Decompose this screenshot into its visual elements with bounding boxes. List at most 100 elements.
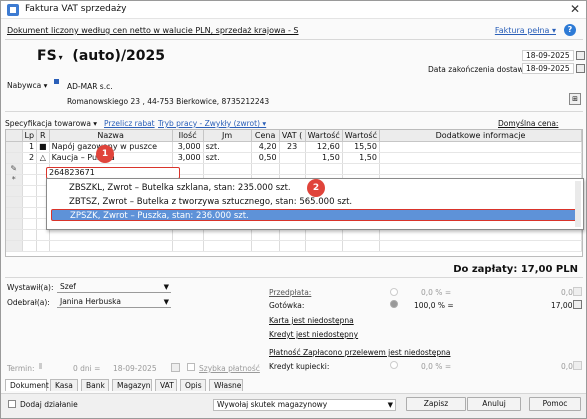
cell-vat[interactable] <box>279 152 306 164</box>
tab-bank[interactable]: Bank <box>81 379 109 391</box>
szybka-checkbox[interactable] <box>187 363 195 371</box>
tab-kasa[interactable]: Kasa <box>50 379 78 391</box>
col-wartosc-netto[interactable]: Wartość <box>305 130 343 142</box>
cell-wartosc-brutto[interactable]: 1,50 <box>342 152 380 164</box>
wystawil-label: Wystawił(a): <box>7 283 54 292</box>
calculator-icon[interactable] <box>573 300 582 309</box>
wystawil-combo[interactable]: Szef ▼ <box>57 282 171 293</box>
przedplata-radio[interactable] <box>390 288 398 296</box>
calendar-icon[interactable] <box>576 51 585 60</box>
karta-link[interactable]: Karta jest niedostępna <box>269 316 354 325</box>
buyer-details-icon[interactable]: ⊞ <box>569 93 581 105</box>
calculator-icon[interactable] <box>573 361 582 370</box>
przedplata-percent[interactable]: 0,0 % = <box>421 288 451 297</box>
suggestion-item[interactable]: ZBTSZ, Zwrot – Butelka z tworzywa sztucz… <box>51 196 577 208</box>
scrollbar[interactable] <box>575 181 581 227</box>
delivery-date-label: Data zakończenia dostawy <box>428 65 529 74</box>
chevron-down-icon: ▼ <box>387 401 393 409</box>
issue-date-field[interactable]: 18-09-2025 <box>522 50 574 61</box>
cell-r[interactable]: △ <box>36 152 50 164</box>
tab-dokument[interactable]: Dokument <box>5 379 49 391</box>
col-ilosc[interactable]: Ilość <box>172 130 204 142</box>
cell-cena[interactable]: 0,50 <box>251 152 280 164</box>
tab-vat[interactable]: VAT <box>155 379 177 391</box>
cell-jm[interactable]: szt. <box>203 152 252 164</box>
termin-label: Termin: <box>7 364 35 373</box>
buyer-label[interactable]: Nabywca ▾ <box>7 81 47 90</box>
help-icon[interactable]: ? <box>564 24 576 36</box>
col-jm[interactable]: Jm <box>203 130 252 142</box>
col-r[interactable]: R <box>36 130 50 142</box>
invoice-window: Faktura VAT sprzedaży ✕ Dokument liczony… <box>0 0 587 419</box>
cell-ilosc[interactable]: 3,000 <box>172 152 204 164</box>
cell-lp[interactable]: 1 <box>22 141 38 153</box>
termin-days[interactable]: 0 dni = <box>73 364 100 373</box>
tryb-pracy-link[interactable]: Tryb pracy - Zwykły (zwrot) ▾ <box>158 119 266 128</box>
gotowka-percent[interactable]: 100,0 % = <box>414 301 454 310</box>
suggestion-item-selected[interactable]: ZPSZK, Zwrot – Puszka, stan: 236.000 szt… <box>51 209 577 221</box>
gotowka-value[interactable]: 17,00 <box>551 301 572 310</box>
buyer-dropdown-icon[interactable] <box>54 79 59 84</box>
table-row[interactable] <box>6 229 582 241</box>
calendar-icon[interactable] <box>171 363 180 372</box>
termin-dropdown-icon[interactable] <box>39 363 45 369</box>
dodaj-label[interactable]: Dodaj działanie <box>20 400 78 409</box>
col-nazwa[interactable]: Nazwa <box>49 130 173 142</box>
close-icon[interactable]: ✕ <box>570 2 580 16</box>
table-row[interactable]: 2 △ Kaucja – Puszka 3,000 szt. 0,50 1,50… <box>6 152 582 164</box>
dodaj-checkbox[interactable] <box>8 400 16 408</box>
edit-pencil-icon: ✎ <box>6 163 23 175</box>
help-button[interactable]: Pomoc <box>529 397 581 411</box>
termin-date[interactable]: 18-09-2025 <box>113 364 157 373</box>
divider <box>5 111 583 112</box>
table-row[interactable] <box>6 240 582 252</box>
spec-dropdown[interactable]: Specyfikacja towarowa ▾ <box>5 119 97 128</box>
cell-wartosc-netto[interactable]: 12,60 <box>305 141 343 153</box>
row-header[interactable] <box>6 152 23 164</box>
cancel-button[interactable]: Anuluj <box>467 397 521 411</box>
przedplata-link[interactable]: Przedpłata: <box>269 288 311 297</box>
divider <box>5 39 583 40</box>
szybka-platnosc-label[interactable]: Szybka płatność <box>199 364 260 373</box>
odebral-combo[interactable]: Janina Herbuska ▼ <box>57 297 171 308</box>
document-number[interactable]: FS ▾ (auto)/2025 <box>37 48 165 64</box>
pricing-info-link[interactable]: Dokument liczony według cen netto w walu… <box>7 26 298 35</box>
tab-opis[interactable]: Opis <box>180 379 206 391</box>
kredyt-kupiecki-radio[interactable] <box>390 361 398 369</box>
przelicz-rabat-link[interactable]: Przelicz rabat <box>104 119 155 128</box>
kredyt-kupiecki-percent[interactable]: 0,0 % = <box>421 362 451 371</box>
step-badge: 2 <box>307 179 325 197</box>
cell-dodatkowe[interactable] <box>379 141 582 153</box>
gotowka-radio[interactable] <box>390 300 398 308</box>
col-cena[interactable]: Cena <box>251 130 280 142</box>
cell-ilosc[interactable]: 3,000 <box>172 141 204 153</box>
col-wartosc-brutto[interactable]: Wartość <box>342 130 380 142</box>
przelew-link[interactable]: Płatność Zapłacono przelewem jest niedos… <box>269 348 450 357</box>
window-title: Faktura VAT sprzedaży <box>25 4 127 14</box>
calendar-icon[interactable] <box>576 64 585 73</box>
cell-lp[interactable]: 2 <box>22 152 38 164</box>
calculator-icon[interactable] <box>573 287 582 296</box>
odebral-label: Odebrał(a): <box>7 298 50 307</box>
cell-vat[interactable]: 23 <box>279 141 306 153</box>
tab-wlasne[interactable]: Własne <box>209 379 243 391</box>
faktura-pelna-link[interactable]: Faktura pełna ▾ <box>495 26 556 35</box>
row-header[interactable] <box>6 141 23 153</box>
save-button[interactable]: Zapisz <box>406 397 466 411</box>
tab-magazyn[interactable]: Magazyn <box>112 379 152 391</box>
buyer-name: AD-MAR s.c. <box>67 82 113 91</box>
cell-jm[interactable]: szt. <box>203 141 252 153</box>
cell-wartosc-brutto[interactable]: 15,50 <box>342 141 380 153</box>
col-lp[interactable]: Lp <box>22 130 38 142</box>
chevron-down-icon: ▼ <box>163 283 169 291</box>
delivery-date-field[interactable]: 18-09-2025 <box>522 63 574 74</box>
col-dodatkowe[interactable]: Dodatkowe informacje <box>379 130 582 142</box>
cell-cena[interactable]: 4,20 <box>251 141 280 153</box>
magazyn-combo[interactable]: Wywołaj skutek magazynowy ▼ <box>213 399 396 411</box>
cell-r[interactable]: ■ <box>36 141 50 153</box>
col-vat[interactable]: VAT ( <box>279 130 306 142</box>
kredyt-link[interactable]: Kredyt jest niedostępny <box>269 330 358 339</box>
cell-wartosc-netto[interactable]: 1,50 <box>305 152 343 164</box>
cell-dodatkowe[interactable] <box>379 152 582 164</box>
table-row[interactable]: 1 ■ Napój gazowany w puszce 3,000 szt. 4… <box>6 141 582 153</box>
